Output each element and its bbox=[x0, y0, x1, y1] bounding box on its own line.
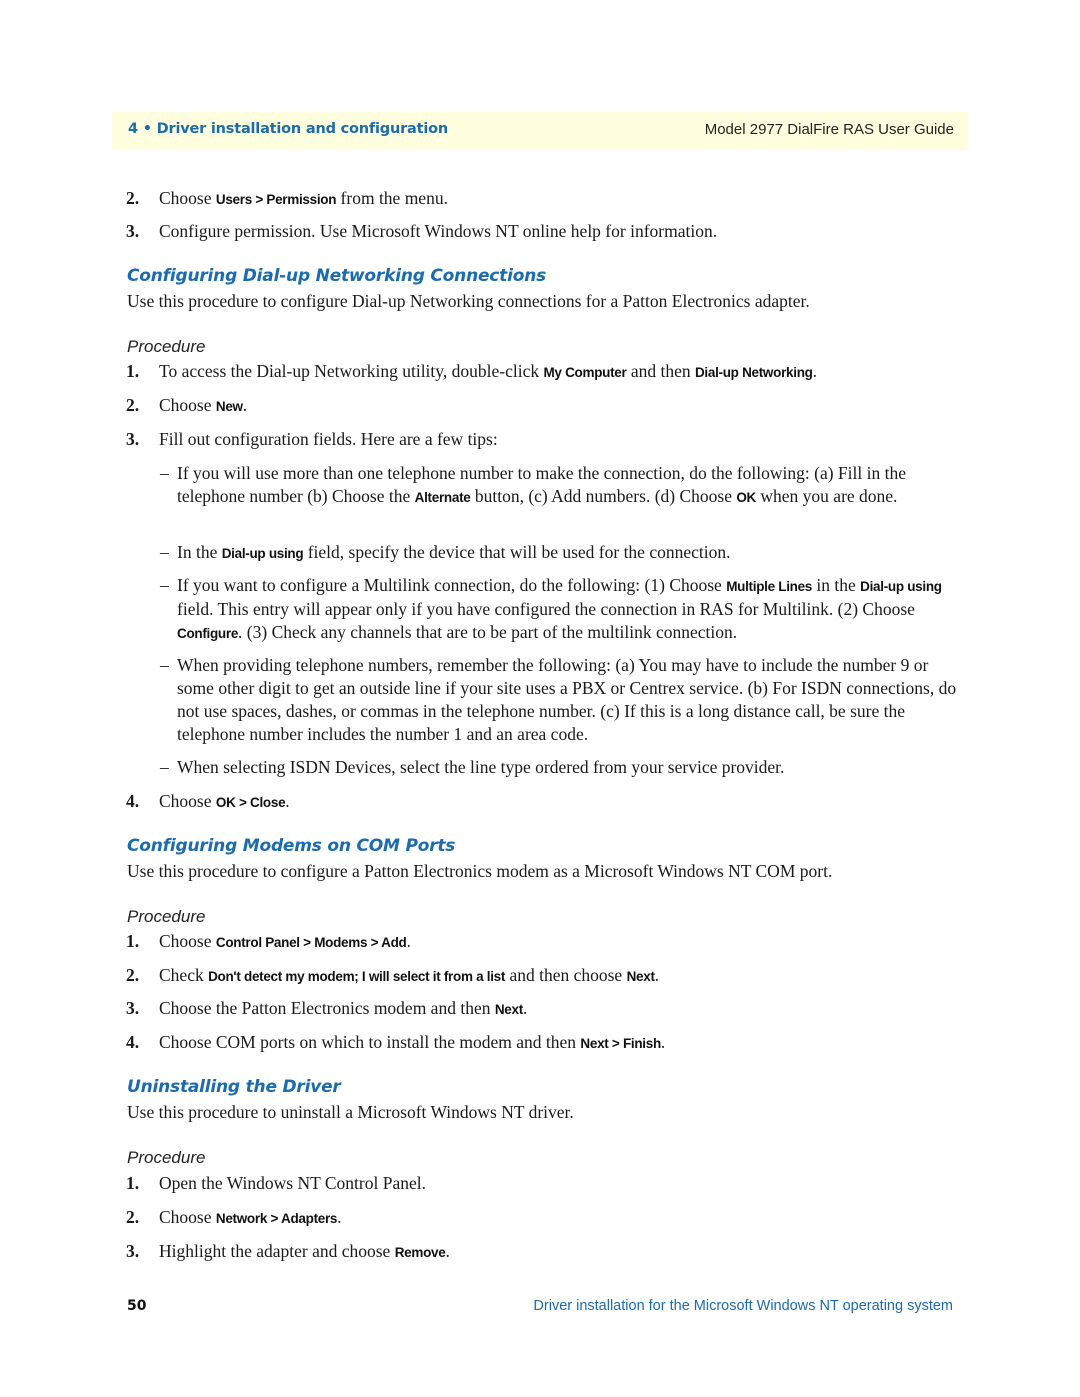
button-reference: Next > Finish bbox=[580, 1036, 661, 1051]
option-reference: Multiple Lines bbox=[726, 579, 813, 594]
menu-command: Network > Adapters bbox=[215, 1211, 338, 1226]
button-reference: Next bbox=[494, 1002, 523, 1017]
document-page: 4 • Driver installation and configuratio… bbox=[0, 0, 1080, 1397]
chapter-title: 4 • Driver installation and configuratio… bbox=[128, 121, 449, 137]
step-number: 3. bbox=[126, 429, 140, 449]
field-reference: Dial-up using bbox=[221, 546, 304, 561]
step-number: 4. bbox=[126, 791, 140, 811]
option-reference: Don't detect my modem; I will select it … bbox=[208, 969, 506, 984]
footer-section-title: Driver installation for the Microsoft Wi… bbox=[533, 1298, 953, 1314]
button-reference: Remove bbox=[394, 1245, 446, 1260]
procedure-label: Procedure bbox=[127, 907, 206, 926]
dash-bullet-icon: – bbox=[160, 463, 169, 483]
section-heading-dialup: Configuring Dial-up Networking Connectio… bbox=[127, 266, 547, 286]
button-reference: Configure bbox=[177, 626, 239, 641]
step-number: 1. bbox=[126, 361, 140, 381]
section-intro: Use this procedure to configure a Patton… bbox=[127, 861, 833, 881]
step-number: 2. bbox=[126, 395, 140, 415]
step-number: 1. bbox=[126, 931, 140, 951]
button-reference: OK bbox=[736, 490, 757, 505]
dash-bullet-icon: – bbox=[160, 655, 169, 675]
step-number: 2. bbox=[126, 1207, 140, 1227]
step-number: 2. bbox=[126, 188, 140, 208]
section-intro: Use this procedure to uninstall a Micros… bbox=[127, 1102, 574, 1122]
step-number: 1. bbox=[126, 1173, 140, 1193]
menu-command: OK > Close bbox=[215, 795, 286, 810]
running-header: 4 • Driver installation and configuratio… bbox=[112, 112, 968, 150]
button-reference: Alternate bbox=[414, 490, 471, 505]
step-number: 4. bbox=[126, 1032, 140, 1052]
section-heading-modems: Configuring Modems on COM Ports bbox=[127, 836, 456, 856]
button-reference: Next bbox=[626, 969, 655, 984]
tip-item: – If you want to configure a Multilink c… bbox=[160, 575, 942, 642]
section-heading-uninstall: Uninstalling the Driver bbox=[127, 1077, 341, 1097]
dash-bullet-icon: – bbox=[160, 757, 169, 777]
step-number: 3. bbox=[126, 998, 140, 1018]
page-number: 50 bbox=[127, 1298, 147, 1314]
section-intro: Use this procedure to configure Dial-up … bbox=[127, 291, 810, 311]
step-number: 2. bbox=[126, 965, 140, 985]
dash-bullet-icon: – bbox=[160, 542, 169, 562]
step-number: 3. bbox=[126, 221, 140, 241]
step-number: 3. bbox=[126, 1241, 140, 1261]
menu-command: New bbox=[215, 399, 243, 414]
menu-command: Dial-up Networking bbox=[694, 365, 813, 380]
tip-item: – When providing telephone numbers, reme… bbox=[160, 655, 957, 744]
menu-command: My Computer bbox=[543, 365, 627, 380]
guide-title: Model 2977 DialFire RAS User Guide bbox=[704, 121, 954, 138]
menu-command: Users > Permission bbox=[215, 192, 337, 207]
tip-item: – If you will use more than one telephon… bbox=[160, 463, 906, 506]
procedure-label: Procedure bbox=[127, 1148, 206, 1167]
tip-item: – When selecting ISDN Devices, select th… bbox=[160, 757, 785, 777]
procedure-label: Procedure bbox=[127, 337, 206, 356]
field-reference: Dial-up using bbox=[860, 579, 942, 594]
tip-item: – In the Dial-up using field, specify th… bbox=[160, 542, 731, 562]
menu-command: Control Panel > Modems > Add bbox=[215, 935, 407, 950]
dash-bullet-icon: – bbox=[160, 575, 169, 595]
